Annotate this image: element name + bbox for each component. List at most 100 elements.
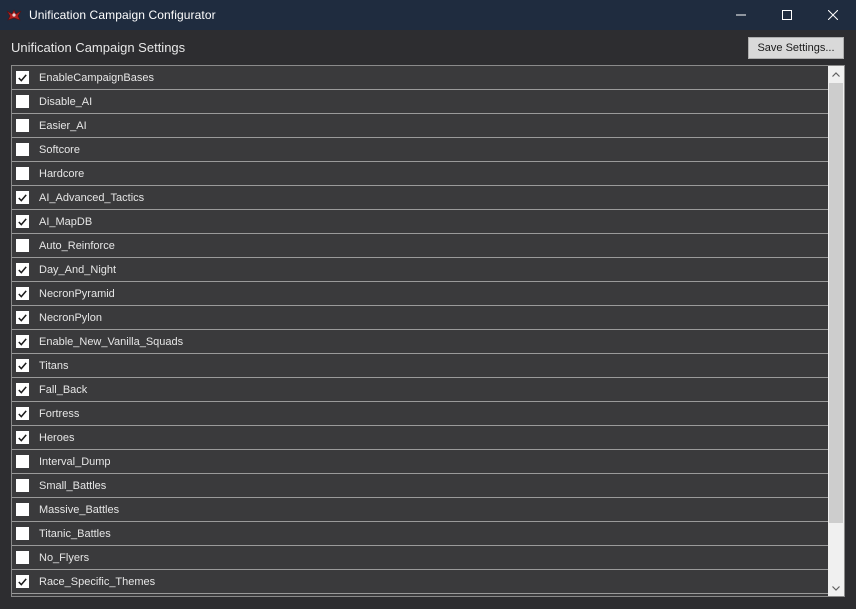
settings-row[interactable]: Softcore (12, 138, 828, 162)
checkbox-unchecked[interactable] (16, 503, 29, 516)
checkmark-icon (18, 265, 27, 274)
settings-row[interactable]: Auto_Reinforce (12, 234, 828, 258)
checkmark-icon (18, 361, 27, 370)
setting-label: Day_And_Night (39, 263, 117, 276)
setting-label: Fall_Back (39, 383, 88, 396)
checkbox-checked[interactable] (16, 215, 29, 228)
checkmark-icon (18, 385, 27, 394)
settings-row[interactable]: Hardcore (12, 162, 828, 186)
setting-label: Massive_Battles (39, 503, 120, 516)
close-button[interactable] (810, 0, 856, 30)
settings-row[interactable]: No_Flyers (12, 546, 828, 570)
setting-label: Enable_New_Vanilla_Squads (39, 335, 184, 348)
configurator-window: Unification Campaign Configurator Unific… (0, 0, 856, 609)
checkbox-checked[interactable] (16, 263, 29, 276)
settings-row[interactable]: Race_Specific_Themes (12, 570, 828, 594)
chevron-down-icon (832, 585, 840, 591)
title-bar[interactable]: Unification Campaign Configurator (0, 0, 856, 30)
checkbox-unchecked[interactable] (16, 143, 29, 156)
checkmark-icon (18, 409, 27, 418)
settings-row[interactable]: Titanic_Battles (12, 522, 828, 546)
maximize-button[interactable] (764, 0, 810, 30)
setting-label: Auto_Reinforce (39, 239, 115, 252)
setting-label: Hardcore (39, 167, 85, 180)
setting-label: Interval_Dump (39, 455, 111, 468)
window-title: Unification Campaign Configurator (29, 8, 216, 22)
settings-row[interactable]: Interval_Dump (12, 450, 828, 474)
checkbox-unchecked[interactable] (16, 119, 29, 132)
checkbox-checked[interactable] (16, 407, 29, 420)
checkmark-icon (18, 217, 27, 226)
setting-label: NecronPylon (39, 311, 102, 324)
settings-row[interactable]: Titans (12, 354, 828, 378)
checkbox-unchecked[interactable] (16, 167, 29, 180)
settings-row[interactable]: Day_And_Night (12, 258, 828, 282)
checkbox-checked[interactable] (16, 287, 29, 300)
setting-label: Fortress (39, 407, 80, 420)
setting-label: Easier_AI (39, 119, 87, 132)
checkbox-unchecked[interactable] (16, 455, 29, 468)
close-icon (828, 10, 838, 20)
setting-label: Titans (39, 359, 69, 372)
setting-label: Small_Battles (39, 479, 107, 492)
settings-row[interactable]: Enable_New_Vanilla_Squads (12, 330, 828, 354)
checkbox-checked[interactable] (16, 383, 29, 396)
settings-row[interactable]: Fortress (12, 402, 828, 426)
checkmark-icon (18, 337, 27, 346)
settings-row[interactable]: AI_MapDB (12, 210, 828, 234)
scroll-down-button[interactable] (828, 580, 844, 596)
setting-label: Heroes (39, 431, 75, 444)
setting-label: Race_Specific_Themes (39, 575, 156, 588)
settings-row[interactable]: Small_Battles (12, 474, 828, 498)
app-emblem-icon (5, 6, 23, 24)
setting-label: AI_Advanced_Tactics (39, 191, 145, 204)
settings-list[interactable]: EnableCampaignBases Disable_AI Easier_AI So… (12, 66, 828, 596)
settings-row[interactable]: Fall_Back (12, 378, 828, 402)
window-controls (718, 0, 856, 30)
scrollbar-thumb[interactable] (829, 83, 843, 523)
checkmark-icon (18, 193, 27, 202)
checkmark-icon (18, 73, 27, 82)
settings-row[interactable]: AI_Advanced_Tactics (12, 186, 828, 210)
setting-label: NecronPyramid (39, 287, 115, 300)
setting-label: Disable_AI (39, 95, 93, 108)
setting-label: AI_MapDB (39, 215, 93, 228)
checkbox-checked[interactable] (16, 575, 29, 588)
settings-row[interactable]: Easier_AI (12, 114, 828, 138)
minimize-button[interactable] (718, 0, 764, 30)
checkmark-icon (18, 577, 27, 586)
minimize-icon (736, 14, 746, 16)
checkbox-unchecked[interactable] (16, 479, 29, 492)
checkbox-unchecked[interactable] (16, 551, 29, 564)
save-settings-button[interactable]: Save Settings... (748, 37, 844, 59)
setting-label: EnableCampaignBases (39, 71, 154, 84)
settings-row[interactable]: EnableCampaignBases (12, 66, 828, 90)
setting-label: Titanic_Battles (39, 527, 111, 540)
maximize-icon (782, 10, 792, 20)
settings-row[interactable]: Heroes (12, 426, 828, 450)
settings-list-panel: EnableCampaignBases Disable_AI Easier_AI So… (11, 65, 845, 597)
checkbox-checked[interactable] (16, 311, 29, 324)
settings-row[interactable]: NecronPyramid (12, 282, 828, 306)
chevron-up-icon (832, 71, 840, 77)
scroll-up-button[interactable] (828, 66, 844, 82)
checkbox-checked[interactable] (16, 335, 29, 348)
checkbox-checked[interactable] (16, 71, 29, 84)
settings-row[interactable]: Disable_AI (12, 90, 828, 114)
checkmark-icon (18, 289, 27, 298)
section-title: Unification Campaign Settings (11, 40, 186, 55)
checkmark-icon (18, 433, 27, 442)
checkbox-unchecked[interactable] (16, 527, 29, 540)
settings-header: Unification Campaign Settings Save Setti… (0, 30, 856, 65)
checkbox-checked[interactable] (16, 191, 29, 204)
checkbox-checked[interactable] (16, 431, 29, 444)
checkbox-unchecked[interactable] (16, 239, 29, 252)
checkbox-checked[interactable] (16, 359, 29, 372)
checkmark-icon (18, 313, 27, 322)
checkbox-unchecked[interactable] (16, 95, 29, 108)
settings-row[interactable]: NecronPylon (12, 306, 828, 330)
vertical-scrollbar[interactable] (828, 66, 844, 596)
settings-row[interactable]: Massive_Battles (12, 498, 828, 522)
setting-label: Softcore (39, 143, 80, 156)
setting-label: No_Flyers (39, 551, 90, 564)
